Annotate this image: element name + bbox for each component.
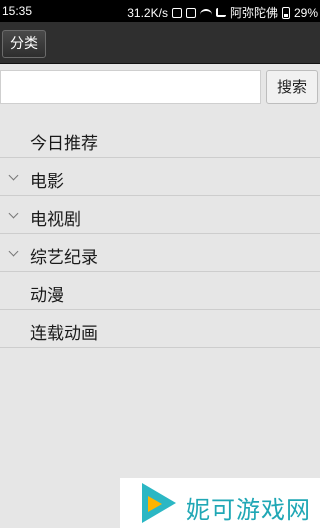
app-header: 分类 [0,22,320,64]
search-button[interactable]: 搜索 [266,70,318,104]
chevron-down-icon [8,170,19,181]
wifi-icon [199,8,212,17]
play-logo-inner-icon [148,496,162,512]
list-item[interactable]: 电视剧 [0,196,320,234]
list-item-label: 动漫 [30,286,64,306]
list-item[interactable]: 连载动画 [0,310,320,348]
battery-percent: 29% [293,5,318,20]
status-time: 15:35 [2,4,33,18]
chevron-down-icon [8,208,19,219]
list-item-label: 今日推荐 [30,134,98,154]
list-item[interactable]: 综艺纪录 [0,234,320,272]
watermark-logo: 妮可游戏网 [120,478,320,528]
net-speed: 31.2K/s [127,5,168,20]
search-input[interactable] [0,70,261,104]
signal-icon [215,8,226,17]
alarm-icon [185,7,196,18]
watermark-text: 妮可游戏网 [186,496,311,524]
status-right: 31.2K/s 阿弥陀佛 29% [127,4,318,21]
list-item-label: 综艺纪录 [30,248,98,268]
status-bar: 15:35 31.2K/s 阿弥陀佛 29% [0,0,320,22]
chevron-down-icon [8,246,19,257]
list-item[interactable]: 电影 [0,158,320,196]
list-item[interactable]: 今日推荐 [0,120,320,158]
list-item-label: 电影 [30,172,64,192]
carrier-name: 阿弥陀佛 [229,6,278,20]
search-row: 搜索 [0,64,320,110]
category-button[interactable]: 分类 [2,30,46,58]
list-item[interactable]: 动漫 [0,272,320,310]
category-list: 今日推荐 电影 电视剧 综艺纪录 动漫 连载动画 [0,120,320,348]
list-item-label: 连载动画 [30,324,98,344]
battery-icon [281,6,290,19]
list-item-label: 电视剧 [30,210,81,230]
headset-icon [171,7,182,18]
